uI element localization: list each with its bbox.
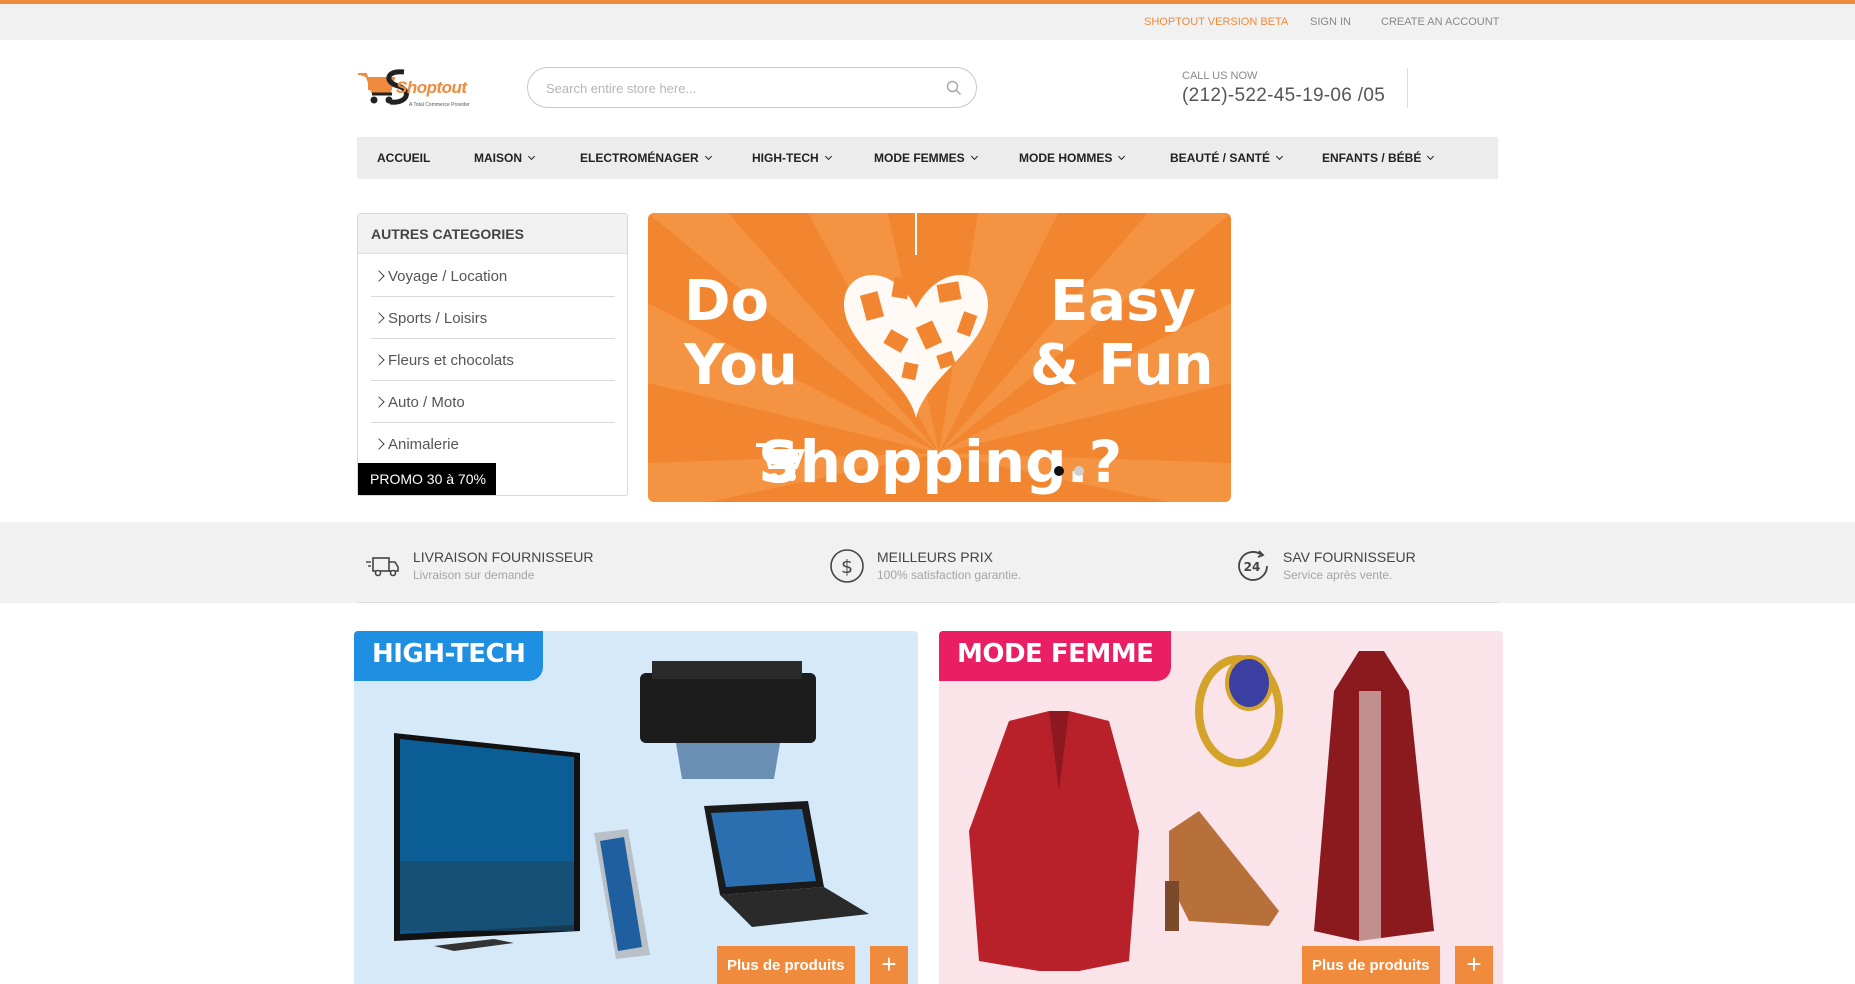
banner-text-left-1: Do: [684, 269, 769, 334]
slider-dot-active[interactable]: [1054, 466, 1064, 476]
chevron-down-icon: [1275, 152, 1284, 161]
category-item-label: Sports / Loisirs: [388, 310, 488, 327]
24h-service-icon: 24: [1238, 550, 1268, 581]
category-item-label: Fleurs et chocolats: [388, 352, 514, 369]
search-icon[interactable]: [946, 80, 962, 96]
nav-item-label: MAISON: [474, 151, 522, 165]
banner-shopping-rest: hopping.?: [799, 428, 1123, 496]
top-bar: SHOPTOUT VERSION BETA SIGN IN CREATE AN …: [0, 4, 1855, 40]
svg-text:24: 24: [1244, 560, 1261, 574]
nav-item-label: ELECTROMÉNAGER: [580, 151, 699, 165]
nav-item-enfants-bebe[interactable]: ENFANTS / BÉBÉ: [1322, 151, 1435, 165]
phone-number[interactable]: (212)-522-45-19-06 /05: [1182, 85, 1385, 107]
other-categories-title: AUTRES CATEGORIES: [358, 214, 627, 254]
chevron-down-icon: [527, 152, 536, 161]
high-tech-more-products-button[interactable]: Plus de produits: [717, 946, 855, 984]
features-strip: LIVRAISON FOURNISSEUR Livraison sur dema…: [0, 522, 1855, 603]
other-categories-panel: AUTRES CATEGORIES Voyage / Location Spor…: [357, 213, 628, 496]
search-box: [527, 67, 977, 108]
high-tech-card[interactable]: HIGH-TECH Plus de produits +: [354, 631, 918, 984]
chevron-right-icon: [373, 270, 385, 282]
chevron-down-icon: [1118, 152, 1126, 161]
feature-subtitle: Livraison sur demande: [413, 568, 535, 582]
category-item-fleurs[interactable]: Fleurs et chocolats: [371, 339, 615, 381]
chevron-down-icon: [1427, 152, 1435, 161]
feature-title: LIVRAISON FOURNISSEUR: [413, 549, 594, 565]
svg-text:$: $: [841, 556, 853, 578]
nav-item-label: MODE HOMMES: [1019, 151, 1113, 165]
chevron-right-icon: [373, 312, 385, 324]
site-logo[interactable]: Shoptout A Total Commerce Provider: [356, 64, 476, 112]
nav-item-mode-femmes[interactable]: MODE FEMMES: [874, 151, 978, 165]
category-item-label: Animalerie: [388, 436, 459, 453]
banner-shopping-initial: S: [758, 428, 800, 496]
nav-item-accueil[interactable]: ACCUEIL: [377, 151, 430, 165]
high-tech-plus-button[interactable]: +: [870, 946, 908, 984]
category-item-animalerie[interactable]: Animalerie: [371, 423, 615, 465]
chevron-down-icon: [970, 152, 978, 161]
banner-text-left-2: You: [684, 333, 798, 398]
category-item-sports[interactable]: Sports / Loisirs: [371, 297, 615, 339]
chevron-right-icon: [373, 396, 385, 408]
sign-in-link[interactable]: SIGN IN: [1310, 16, 1351, 28]
chevron-right-icon: [373, 354, 385, 366]
call-us-label: CALL US NOW: [1182, 70, 1258, 82]
dollar-circle-icon: $: [830, 549, 864, 583]
category-item-auto[interactable]: Auto / Moto: [371, 381, 615, 423]
header-divider: [1407, 68, 1408, 108]
promo-badge[interactable]: PROMO 30 à 70%: [358, 463, 496, 495]
mode-femme-card[interactable]: MODE FEMME Plus de produits +: [939, 631, 1503, 984]
nav-item-label: BEAUTÉ / SANTÉ: [1170, 151, 1271, 165]
chevron-down-icon: [824, 152, 832, 161]
create-account-link[interactable]: CREATE AN ACCOUNT: [1381, 16, 1499, 28]
chevron-right-icon: [373, 438, 385, 450]
nav-item-maison[interactable]: MAISON: [474, 151, 536, 165]
mode-femme-more-products-button[interactable]: Plus de produits: [1302, 946, 1440, 984]
banner-text-right-1: Easy: [1050, 269, 1196, 334]
logo-tagline: A Total Commerce Provider: [409, 102, 470, 108]
feature-title: SAV FOURNISSEUR: [1283, 549, 1416, 565]
chevron-down-icon: [704, 152, 712, 161]
search-input[interactable]: [546, 78, 926, 98]
category-item-label: Voyage / Location: [388, 268, 508, 285]
slider-dot[interactable]: [1074, 466, 1084, 476]
mode-femme-products-image: [969, 651, 1434, 971]
nav-item-mode-hommes[interactable]: MODE HOMMES: [1019, 151, 1126, 165]
feature-subtitle: Service après vente.: [1283, 568, 1393, 582]
logo-brand-text: Shoptout: [396, 78, 467, 97]
banner-text-right-2: & Fun: [1030, 333, 1214, 398]
delivery-truck-icon: [366, 557, 399, 577]
feature-title: MEILLEURS PRIX: [877, 549, 993, 565]
call-us-block: CALL US NOW (212)-522-45-19-06 /05: [1182, 70, 1385, 107]
hero-banner[interactable]: Do You Easy & Fun Shopping.?: [648, 213, 1231, 502]
nav-item-label: MODE FEMMES: [874, 151, 965, 165]
mode-femme-plus-button[interactable]: +: [1455, 946, 1493, 984]
features-divider: [357, 602, 1498, 603]
nav-item-label: ACCUEIL: [377, 151, 431, 165]
banner-shopping-text: Shopping.?: [758, 428, 1122, 496]
feature-subtitle: 100% satisfaction garantie.: [877, 568, 1022, 582]
main-nav: ACCUEIL MAISON ELECTROMÉNAGER HIGH-TECH …: [357, 137, 1498, 179]
version-beta-link[interactable]: SHOPTOUT VERSION BETA: [1144, 16, 1288, 28]
nav-item-label: ENFANTS / BÉBÉ: [1322, 151, 1422, 165]
high-tech-products-image: [394, 661, 869, 959]
nav-item-electromenager[interactable]: ELECTROMÉNAGER: [580, 151, 712, 165]
nav-item-beaute-sante[interactable]: BEAUTÉ / SANTÉ: [1170, 151, 1284, 165]
nav-item-high-tech[interactable]: HIGH-TECH: [752, 151, 832, 165]
nav-item-label: HIGH-TECH: [752, 151, 819, 165]
category-item-voyage[interactable]: Voyage / Location: [371, 255, 615, 297]
category-item-label: Auto / Moto: [388, 394, 465, 411]
